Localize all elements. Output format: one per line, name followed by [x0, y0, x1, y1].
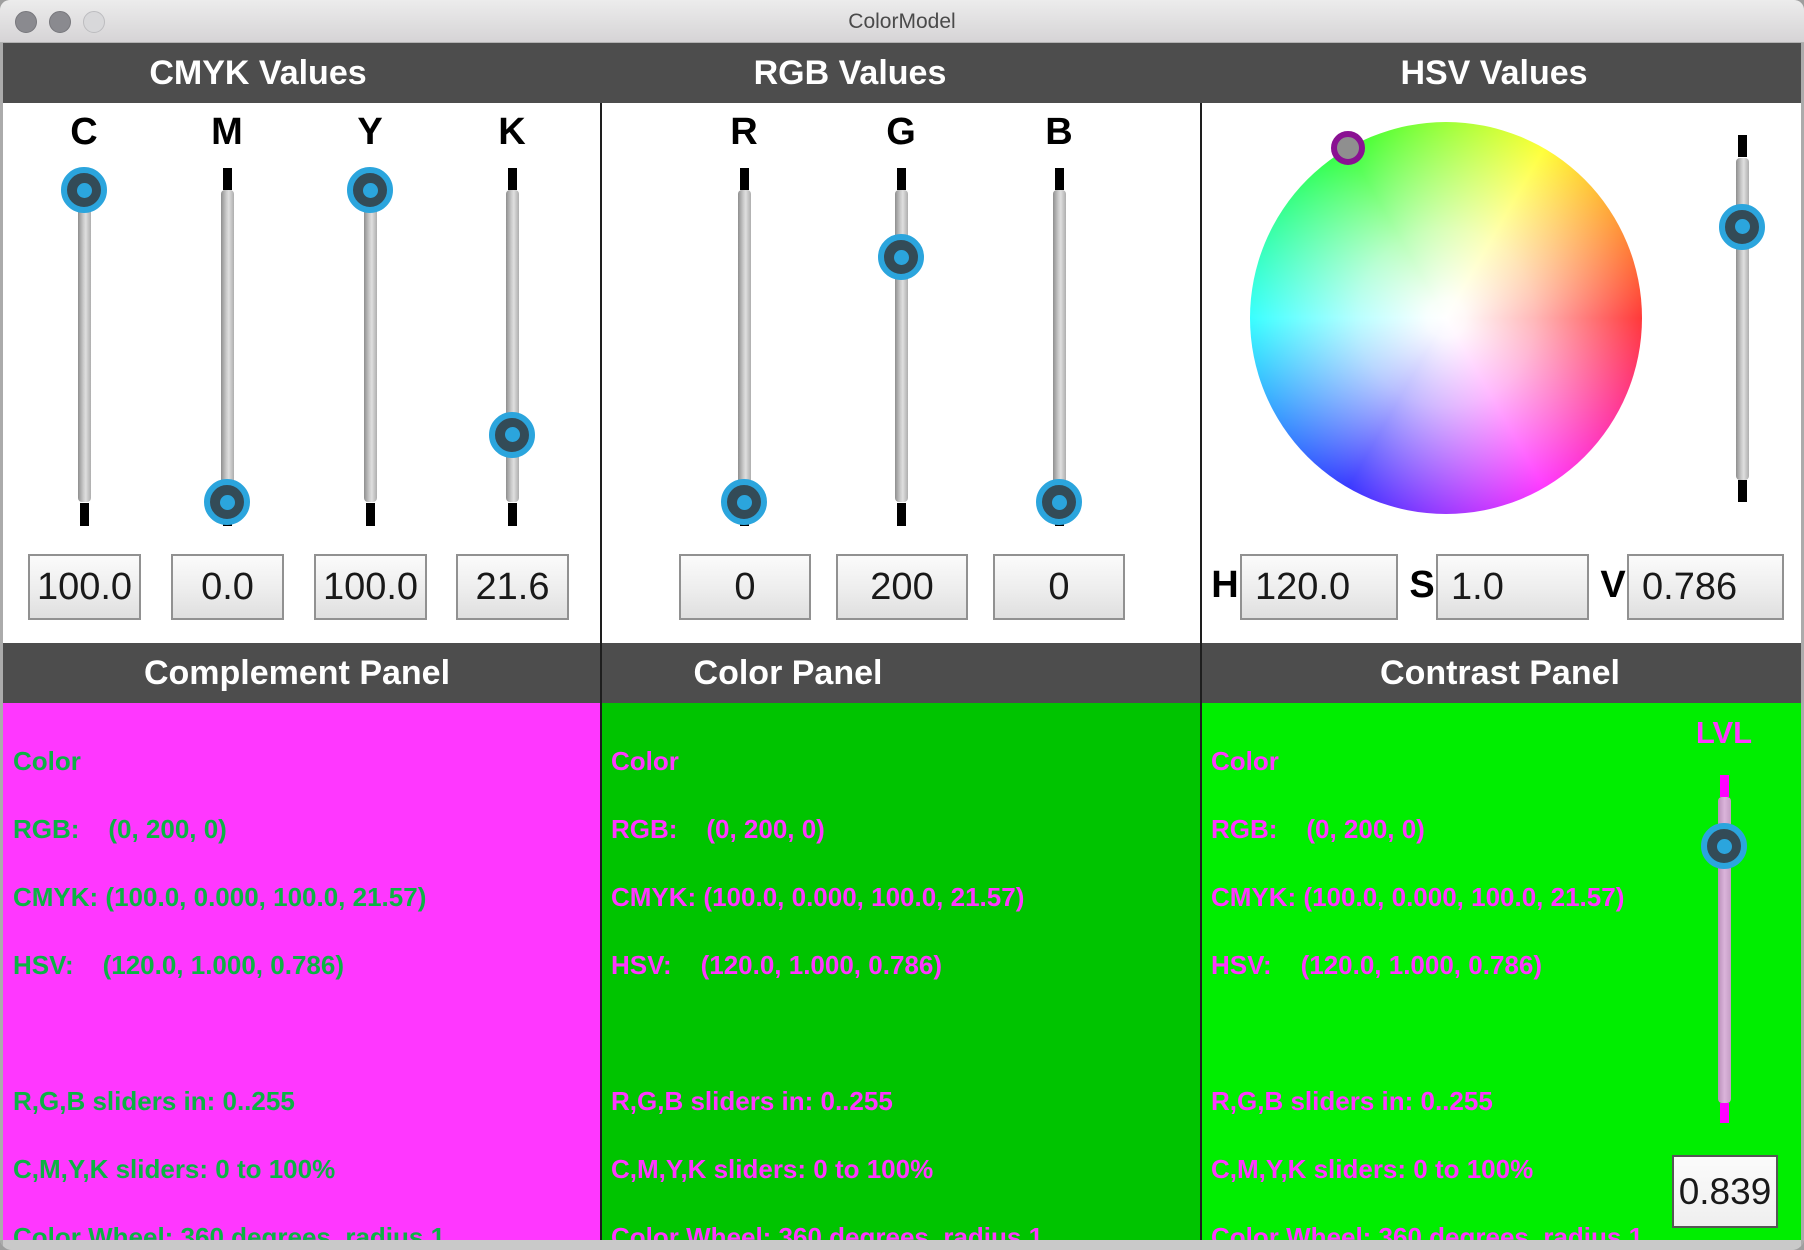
info-line: Color: [1211, 745, 1643, 777]
info-line: C,M,Y,K sliders: 0 to 100%: [13, 1153, 445, 1185]
info-line: RGB: (0, 200, 0): [611, 813, 1043, 845]
black-slider-thumb[interactable]: [489, 412, 535, 458]
color-header: Color Panel: [694, 643, 883, 703]
green-slider-label: G: [871, 111, 931, 154]
blue-slider-thumb[interactable]: [1036, 479, 1082, 525]
window-border-left: [0, 43, 3, 1250]
color-panel: Color RGB: (0, 200, 0) CMYK: (100.0, 0.0…: [601, 703, 1201, 1240]
color-wheel[interactable]: [1250, 122, 1642, 514]
yellow-slider-label: Y: [340, 111, 400, 154]
info-line: R,G,B sliders in: 0..255: [13, 1085, 445, 1117]
red-slider-thumb[interactable]: [721, 479, 767, 525]
blue-slider-track[interactable]: [1053, 190, 1066, 502]
red-value-field[interactable]: 0: [679, 554, 811, 620]
value-slider-thumb[interactable]: [1719, 204, 1765, 250]
black-slider-label: K: [482, 111, 542, 154]
info-line: [13, 1017, 445, 1049]
tick-mark: [1055, 168, 1064, 190]
info-line: Color: [13, 745, 445, 777]
info-line: R,G,B sliders in: 0..255: [1211, 1085, 1643, 1117]
panel-divider: [600, 103, 602, 1240]
blue-slider-label: B: [1029, 111, 1089, 154]
info-line: RGB: (0, 200, 0): [1211, 813, 1643, 845]
top-header-band: CMYK Values RGB Values HSV Values: [0, 43, 1804, 103]
info-line: [611, 1017, 1043, 1049]
tick-mark: [366, 503, 375, 526]
hsv-header: HSV Values: [1400, 43, 1587, 103]
green-value-field[interactable]: 200: [836, 554, 968, 620]
lvl-value-field[interactable]: 0.839: [1672, 1155, 1778, 1228]
tick-mark: [897, 168, 906, 190]
complement-panel: Color RGB: (0, 200, 0) CMYK: (100.0, 0.0…: [3, 703, 601, 1240]
tick-mark: [1720, 775, 1729, 797]
tick-mark: [1720, 1103, 1729, 1123]
window-border-bottom: [0, 1240, 1804, 1250]
cyan-slider-track[interactable]: [78, 190, 91, 502]
black-value-field[interactable]: 21.6: [456, 554, 569, 620]
info-line: C,M,Y,K sliders: 0 to 100%: [1211, 1153, 1643, 1185]
tick-mark: [508, 168, 517, 190]
tick-mark: [1738, 480, 1747, 502]
cyan-slider-label: C: [54, 111, 114, 154]
info-line: CMYK: (100.0, 0.000, 100.0, 21.57): [13, 881, 445, 913]
color-wheel-marker[interactable]: [1331, 131, 1365, 165]
hue-label: H: [1205, 554, 1245, 620]
yellow-value-field[interactable]: 100.0: [314, 554, 427, 620]
tick-mark: [740, 168, 749, 190]
complement-header: Complement Panel: [144, 643, 450, 703]
hue-value-field[interactable]: 120.0: [1240, 554, 1398, 620]
tick-mark: [897, 503, 906, 526]
red-slider-label: R: [714, 111, 774, 154]
bottom-header-band: Complement Panel Color Panel Contrast Pa…: [0, 643, 1804, 703]
info-line: RGB: (0, 200, 0): [13, 813, 445, 845]
info-line: Color: [611, 745, 1043, 777]
blue-value-field[interactable]: 0: [993, 554, 1125, 620]
rgb-header: RGB Values: [754, 43, 947, 103]
info-line: [1211, 1017, 1643, 1049]
info-line: CMYK: (100.0, 0.000, 100.0, 21.57): [611, 881, 1043, 913]
yellow-slider-track[interactable]: [364, 190, 377, 502]
green-slider-thumb[interactable]: [878, 234, 924, 280]
lvl-slider-thumb[interactable]: [1701, 823, 1747, 869]
value-value-field[interactable]: 0.786: [1627, 554, 1784, 620]
lvl-slider[interactable]: LVL: [1694, 703, 1754, 1173]
info-line: C,M,Y,K sliders: 0 to 100%: [611, 1153, 1043, 1185]
tick-mark: [1738, 135, 1747, 157]
title-bar[interactable]: ColorModel: [0, 0, 1804, 43]
cyan-slider-thumb[interactable]: [61, 167, 107, 213]
red-slider-track[interactable]: [738, 190, 751, 502]
cmyk-header: CMYK Values: [149, 43, 366, 103]
window-title: ColorModel: [0, 0, 1804, 43]
info-line: HSV: (120.0, 1.000, 0.786): [13, 949, 445, 981]
tick-mark: [508, 503, 517, 526]
info-line: R,G,B sliders in: 0..255: [611, 1085, 1043, 1117]
magenta-slider-thumb[interactable]: [204, 479, 250, 525]
complement-color-info: Color RGB: (0, 200, 0) CMYK: (100.0, 0.0…: [13, 709, 445, 1250]
contrast-header: Contrast Panel: [1380, 643, 1620, 703]
color-panel-info: Color RGB: (0, 200, 0) CMYK: (100.0, 0.0…: [611, 709, 1043, 1250]
magenta-slider-track[interactable]: [221, 190, 234, 502]
cyan-value-field[interactable]: 100.0: [28, 554, 141, 620]
yellow-slider-thumb[interactable]: [347, 167, 393, 213]
magenta-slider-label: M: [197, 111, 257, 154]
lvl-slider-label: LVL: [1694, 715, 1754, 751]
info-line: HSV: (120.0, 1.000, 0.786): [611, 949, 1043, 981]
panel-divider: [1200, 103, 1202, 1240]
saturation-value-field[interactable]: 1.0: [1436, 554, 1589, 620]
info-line: HSV: (120.0, 1.000, 0.786): [1211, 949, 1643, 981]
app-window: ColorModel CMYK Values RGB Values HSV Va…: [0, 0, 1804, 1250]
magenta-value-field[interactable]: 0.0: [171, 554, 284, 620]
tick-mark: [223, 168, 232, 190]
info-line: CMYK: (100.0, 0.000, 100.0, 21.57): [1211, 881, 1643, 913]
contrast-panel-info: Color RGB: (0, 200, 0) CMYK: (100.0, 0.0…: [1211, 709, 1643, 1250]
tick-mark: [80, 503, 89, 526]
